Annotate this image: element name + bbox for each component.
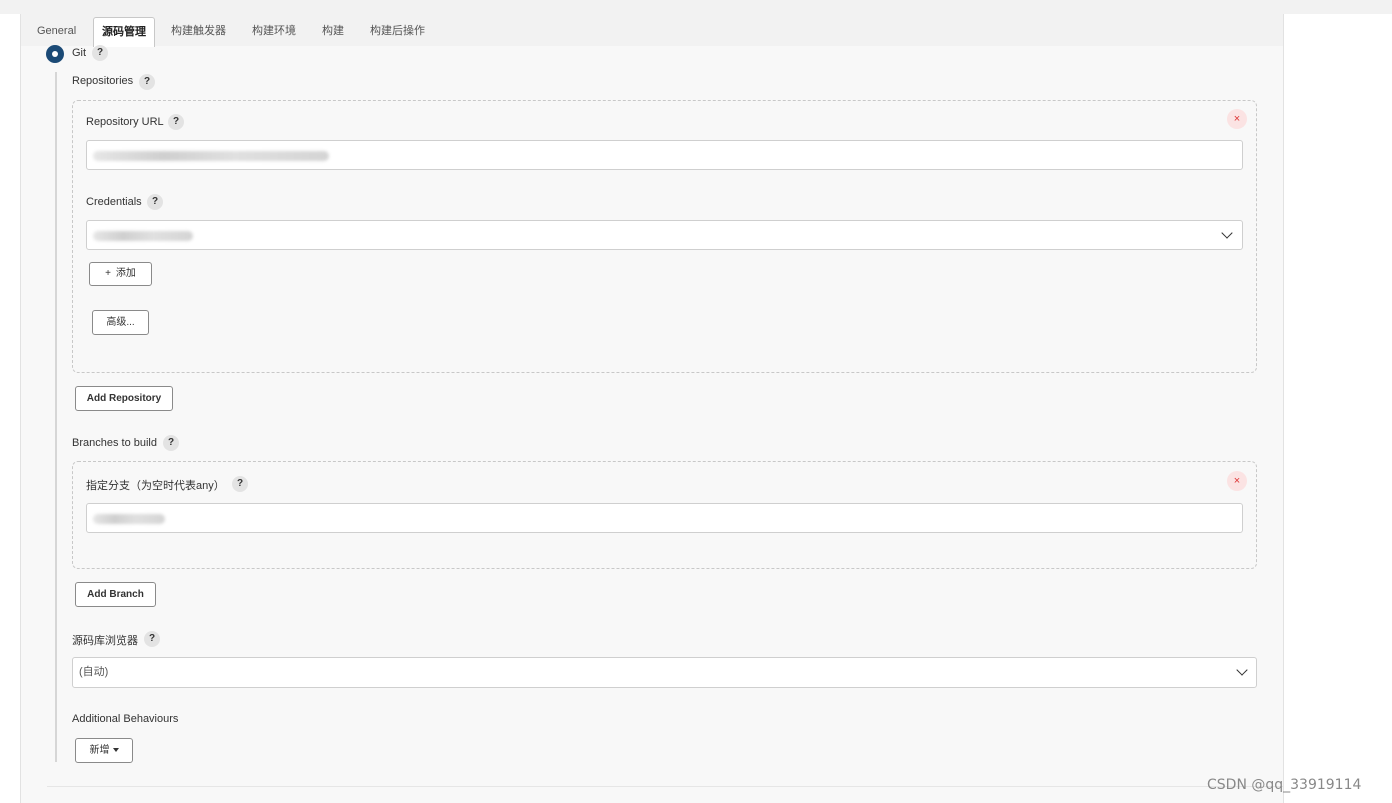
watermark: CSDN @qq_33919114	[1207, 777, 1362, 793]
chevron-down-icon	[1221, 227, 1233, 239]
redacted-branch	[93, 514, 165, 524]
section-indent-line	[55, 72, 57, 762]
tab-bar: General 源码管理 构建触发器 构建环境 构建 构建后操作	[21, 14, 1283, 47]
credentials-label: Credentials	[86, 196, 142, 208]
repository-browser-label: 源码库浏览器	[72, 635, 138, 647]
redacted-url	[93, 151, 329, 161]
branches-help-icon[interactable]: ?	[163, 435, 179, 451]
repository-box: × Repository URL ? Credentials ? + 添加 高级.…	[72, 100, 1257, 373]
divider	[47, 786, 1283, 787]
branch-specifier-input[interactable]	[86, 503, 1243, 533]
delete-repository-close-icon[interactable]: ×	[1227, 109, 1247, 129]
config-panel: General 源码管理 构建触发器 构建环境 构建 构建后操作 Git ? R…	[20, 14, 1284, 803]
add-credentials-button[interactable]: + 添加	[89, 262, 152, 286]
caret-down-icon	[112, 748, 119, 753]
tab-build-triggers[interactable]: 构建触发器	[171, 17, 226, 46]
tab-post-build-actions[interactable]: 构建后操作	[370, 17, 425, 46]
repositories-label: Repositories	[72, 75, 134, 87]
new-behaviour-label: 新增	[89, 745, 110, 756]
add-credentials-label: 添加	[115, 268, 136, 279]
git-label: Git	[72, 47, 87, 59]
tab-source-management[interactable]: 源码管理	[93, 17, 155, 47]
branch-specifier-help-icon[interactable]: ?	[232, 476, 248, 492]
repository-url-input[interactable]	[86, 140, 1243, 170]
delete-branch-close-icon[interactable]: ×	[1227, 471, 1247, 491]
git-radio[interactable]	[46, 45, 64, 63]
repositories-help-icon[interactable]: ?	[139, 74, 155, 90]
tab-general[interactable]: General	[37, 17, 76, 46]
repository-browser-help-icon[interactable]: ?	[144, 631, 160, 647]
credentials-select[interactable]	[86, 220, 1243, 250]
branch-box: × 指定分支（为空时代表any） ?	[72, 461, 1257, 569]
git-help-icon[interactable]: ?	[92, 45, 108, 61]
add-repository-button[interactable]: Add Repository	[75, 386, 173, 411]
repository-browser-select[interactable]: (自动)	[72, 657, 1257, 688]
credentials-help-icon[interactable]: ?	[147, 194, 163, 210]
new-behaviour-button[interactable]: 新增	[75, 738, 133, 763]
tab-build[interactable]: 构建	[322, 17, 344, 46]
repository-url-help-icon[interactable]: ?	[168, 114, 184, 130]
branch-specifier-label: 指定分支（为空时代表any）	[86, 480, 225, 492]
advanced-button[interactable]: 高级...	[92, 310, 149, 335]
plus-icon: +	[105, 268, 111, 279]
redacted-credential	[93, 231, 193, 241]
tab-build-environment[interactable]: 构建环境	[252, 17, 296, 46]
add-branch-button[interactable]: Add Branch	[75, 582, 156, 607]
chevron-down-icon	[1236, 664, 1248, 676]
repository-browser-value: (自动)	[79, 666, 109, 678]
repository-url-label: Repository URL	[86, 116, 164, 128]
top-strip	[0, 0, 1392, 14]
additional-behaviours-label: Additional Behaviours	[72, 713, 179, 725]
branches-label: Branches to build	[72, 437, 157, 449]
